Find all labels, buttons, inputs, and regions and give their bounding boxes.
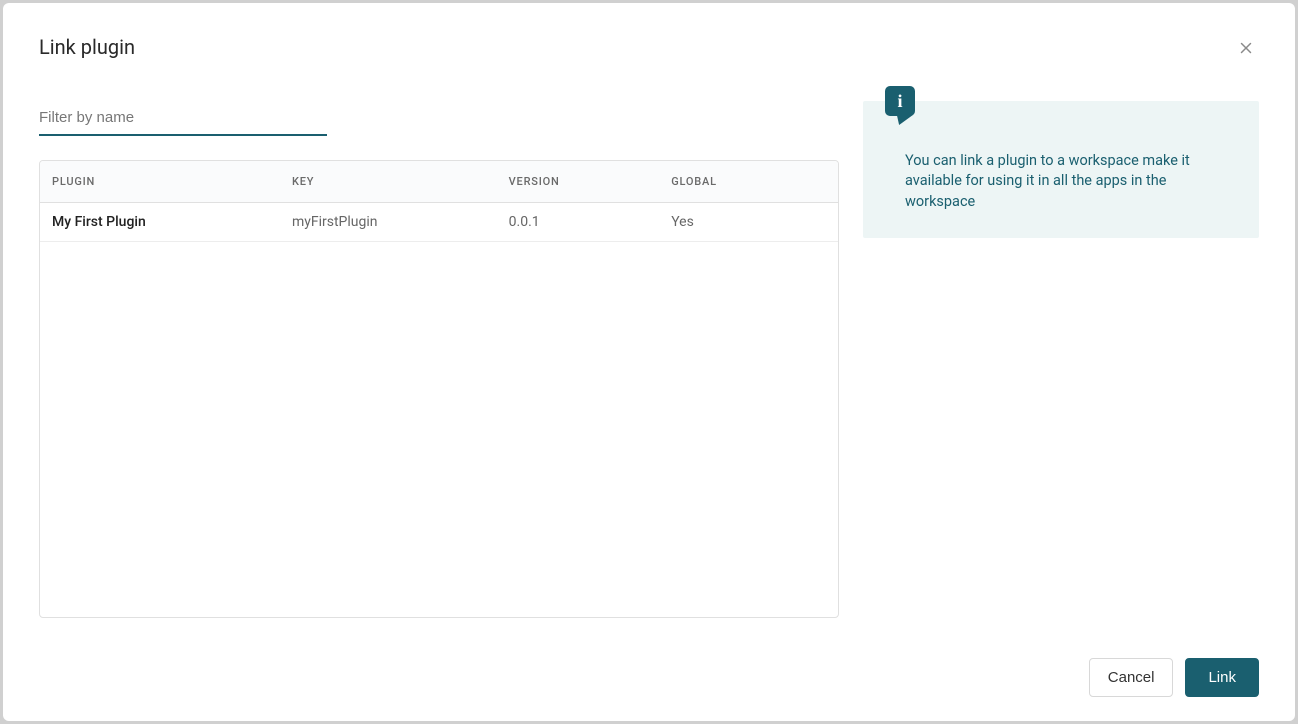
header-key: KEY [292, 175, 509, 188]
link-button[interactable]: Link [1185, 658, 1259, 697]
header-global: GLOBAL [671, 175, 826, 188]
link-plugin-dialog: Link plugin PLUGIN KEY VERSION GLOBAL My… [3, 3, 1295, 721]
left-column: PLUGIN KEY VERSION GLOBAL My First Plugi… [39, 101, 839, 618]
header-version: VERSION [509, 175, 672, 188]
cell-version: 0.0.1 [509, 214, 672, 230]
filter-input[interactable] [39, 101, 327, 136]
cell-global: Yes [671, 214, 826, 230]
dialog-title: Link plugin [39, 35, 135, 59]
dialog-body: PLUGIN KEY VERSION GLOBAL My First Plugi… [39, 101, 1259, 618]
table-header: PLUGIN KEY VERSION GLOBAL [40, 161, 838, 203]
cell-key: myFirstPlugin [292, 214, 509, 230]
dialog-header: Link plugin [39, 35, 1259, 61]
info-text: You can link a plugin to a workspace mak… [905, 151, 1233, 212]
info-icon: i [885, 86, 915, 116]
close-button[interactable] [1233, 35, 1259, 61]
table-row[interactable]: My First Plugin myFirstPlugin 0.0.1 Yes [40, 203, 838, 242]
cell-plugin: My First Plugin [52, 214, 292, 230]
header-plugin: PLUGIN [52, 175, 292, 188]
right-column: i You can link a plugin to a workspace m… [863, 101, 1259, 618]
cancel-button[interactable]: Cancel [1089, 658, 1174, 697]
close-icon [1237, 39, 1255, 57]
dialog-footer: Cancel Link [39, 658, 1259, 697]
info-box: i You can link a plugin to a workspace m… [863, 101, 1259, 238]
plugin-table: PLUGIN KEY VERSION GLOBAL My First Plugi… [39, 160, 839, 618]
